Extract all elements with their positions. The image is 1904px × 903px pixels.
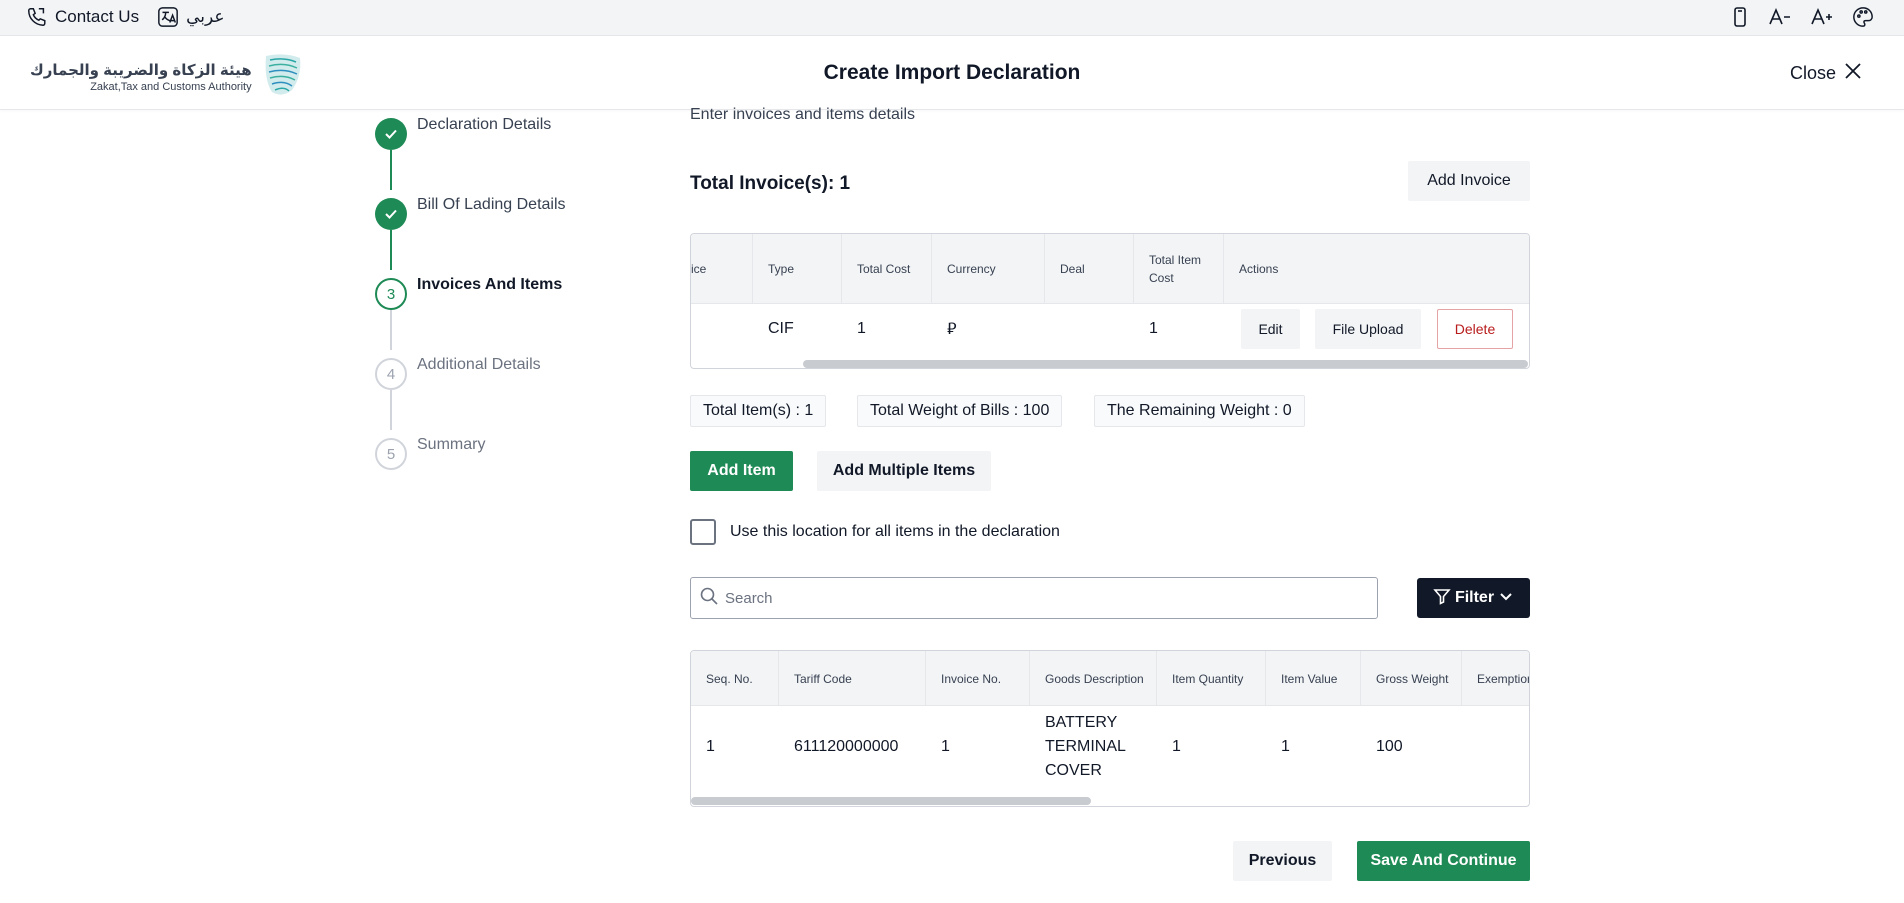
search-input[interactable] [725,589,1365,607]
step-number: 4 [375,358,407,390]
use-location-label: Use this location for all items in the d… [730,523,1060,540]
step-bill-of-lading-details[interactable]: Bill Of Lading Details [375,196,566,230]
close-button[interactable]: Close [1790,62,1862,85]
total-weight-badge: Total Weight of Bills : 100 [857,395,1063,427]
close-label: Close [1789,63,1836,83]
cell-goods-description: BATTERY TERMINAL COVER [1045,714,1126,779]
section-subtitle: Enter invoices and items details [690,106,915,123]
step-summary[interactable]: 5 Summary [375,436,486,470]
add-item-button[interactable]: Add Item [690,451,793,491]
delete-invoice-button[interactable]: Delete [1437,309,1513,349]
cell-item-quantity: 1 [1172,738,1181,755]
page-title: Create Import Declaration [823,61,1081,84]
chevron-down-icon [1498,588,1514,609]
filter-icon [1433,587,1451,610]
cell-tariff-code: 611120000000 [794,738,899,755]
step-label: Invoices And Items [417,276,563,293]
edit-invoice-button[interactable]: Edit [1241,309,1300,349]
column-header-goods-description: Goods Description [1030,651,1157,706]
step-connector [390,230,392,270]
add-invoice-button[interactable]: Add Invoice [1408,161,1530,201]
contact-us-link[interactable]: Contact Us [26,6,139,28]
palette-icon[interactable] [1852,6,1874,28]
cell-currency: ⃁ [947,321,957,338]
cell-total-cost: 1 [857,320,866,337]
step-connector [390,390,392,430]
translate-icon [157,6,179,28]
previous-button[interactable]: Previous [1233,841,1332,881]
step-label: Additional Details [417,356,541,373]
horizontal-scrollbar[interactable] [803,360,1528,368]
step-additional-details[interactable]: 4 Additional Details [375,356,541,390]
cell-seq-no: 1 [706,738,715,755]
step-label: Summary [417,436,486,453]
file-upload-button[interactable]: File Upload [1315,309,1421,349]
font-increase-icon[interactable] [1810,6,1834,28]
cell-invoice-no: 1 [941,738,950,755]
column-header-invoice-no: Invoice No. [926,651,1030,706]
step-declaration-details[interactable]: Declaration Details [375,116,552,150]
column-header-gross-weight: Gross Weight [1361,651,1462,706]
close-icon [1844,62,1862,85]
step-label: Bill Of Lading Details [417,196,566,213]
column-header-currency: Currency [932,234,1045,304]
page-header: هيئة الزكاة والضريبة والجمارك Zakat,Tax … [0,36,1904,110]
phone-icon [26,6,48,28]
column-header-type: Type [753,234,842,304]
cell-gross-weight: 100 [1376,738,1403,755]
step-connector [390,310,392,350]
step-number: 5 [375,438,407,470]
column-header-item-value: Item Value [1266,651,1361,706]
filter-button[interactable]: Filter [1417,578,1530,618]
items-table-header: Seq. No. Tariff Code Invoice No. Goods D… [691,651,1529,706]
font-decrease-icon[interactable] [1768,6,1792,28]
contact-us-label: Contact Us [55,7,140,26]
search-icon [699,586,719,611]
save-and-continue-button[interactable]: Save And Continue [1357,841,1530,881]
column-header-tariff-code: Tariff Code [779,651,926,706]
column-header-deal: Deal [1045,234,1134,304]
invoice-table-header: ice Type Total Cost Currency Deal Total … [691,234,1529,304]
step-invoices-and-items[interactable]: 3 Invoices And Items [375,276,563,310]
filter-label: Filter [1454,589,1495,606]
utility-right [1730,6,1874,28]
cell-item-value: 1 [1281,738,1290,755]
remaining-weight-badge: The Remaining Weight : 0 [1094,395,1305,427]
mobile-icon[interactable] [1730,6,1750,28]
language-label: عربي [186,7,225,26]
step-number: 3 [375,278,407,310]
column-header-item-quantity: Item Quantity [1157,651,1266,706]
items-table: Seq. No. Tariff Code Invoice No. Goods D… [690,650,1530,807]
language-switch[interactable]: عربي [157,6,225,28]
step-label: Declaration Details [417,116,552,133]
location-option: Use this location for all items in the d… [690,519,1060,545]
horizontal-scrollbar[interactable] [691,797,1091,805]
check-icon [375,198,407,230]
column-header-seq-no: Seq. No. [691,651,779,706]
utility-left: Contact Us عربي [26,6,225,28]
total-items-badge: Total Item(s) : 1 [690,395,827,427]
use-location-checkbox[interactable] [690,519,716,545]
total-invoices-heading: Total Invoice(s): 1 [690,173,851,194]
check-icon [375,118,407,150]
items-search-box [690,577,1378,619]
column-header-invoice: ice [691,234,753,304]
step-connector [390,150,392,190]
utility-bar: Contact Us عربي [0,0,1904,36]
add-multiple-items-button[interactable]: Add Multiple Items [817,451,991,491]
cell-type: CIF [768,320,794,337]
column-header-exemption: Exemption [1477,671,1530,686]
invoice-table: ice Type Total Cost Currency Deal Total … [690,233,1530,369]
column-header-total-cost: Total Cost [842,234,932,304]
cell-total-item-cost: 1 [1149,320,1158,337]
column-header-total-item-cost: Total Item Cost [1134,234,1224,304]
column-header-actions: Actions [1239,262,1279,276]
